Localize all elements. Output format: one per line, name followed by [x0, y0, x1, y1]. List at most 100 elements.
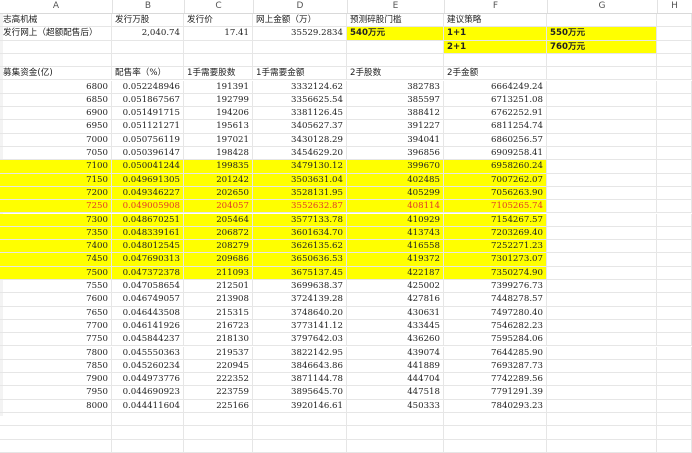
cell-d[interactable]: 3332124.62 [253, 80, 347, 94]
cell-b[interactable]: 配售率（%） [112, 67, 184, 81]
cell-c[interactable]: 215315 [184, 306, 253, 320]
cell-e[interactable]: 405299 [347, 186, 444, 201]
cell-f[interactable]: 7056263.90 [444, 186, 547, 201]
cell-h[interactable] [657, 173, 692, 187]
cell-h[interactable] [657, 253, 692, 267]
cell-e[interactable]: 2手股数 [347, 67, 444, 81]
cell-f[interactable]: 7840293.23 [444, 399, 547, 413]
cell-e[interactable]: 413743 [347, 226, 444, 241]
cell-b[interactable]: 0.046749057 [112, 293, 184, 307]
cell-d[interactable]: 3528131.95 [253, 186, 347, 201]
cell-h[interactable] [657, 226, 692, 241]
cell-a[interactable]: 7500 [0, 266, 112, 280]
cell-a[interactable]: 7800 [0, 346, 112, 360]
cell-d[interactable]: 3601634.70 [253, 226, 347, 241]
cell-b[interactable]: 0.045844237 [112, 333, 184, 347]
cell-d[interactable]: 3577133.78 [253, 213, 347, 227]
cell-a[interactable]: 志高机械 [0, 14, 112, 28]
cell-g[interactable] [547, 80, 657, 94]
cell-h[interactable] [657, 80, 692, 94]
cell-g[interactable] [547, 333, 657, 347]
cell-d[interactable] [253, 439, 347, 453]
cell-f[interactable]: 7252271.23 [444, 240, 547, 254]
cell-c[interactable] [184, 426, 253, 440]
cell-b[interactable]: 0.049005908 [112, 200, 184, 214]
cell-g[interactable] [547, 226, 657, 241]
cell-e[interactable]: 439074 [347, 346, 444, 360]
cell-e[interactable]: 预测碎股门槛 [347, 14, 444, 28]
cell-a[interactable]: 7850 [0, 359, 112, 374]
cell-a[interactable]: 7900 [0, 373, 112, 387]
cell-h[interactable] [657, 413, 692, 427]
cell-d[interactable]: 3675137.45 [253, 266, 347, 280]
cell-h[interactable] [657, 14, 692, 28]
cell-d[interactable] [253, 53, 347, 68]
cell-e[interactable] [347, 426, 444, 440]
cell-e[interactable]: 422187 [347, 266, 444, 280]
cell-d[interactable]: 网上金额（万） [253, 14, 347, 28]
cell-f[interactable]: 6811254.74 [444, 120, 547, 134]
cell-b[interactable]: 0.050756119 [112, 133, 184, 147]
cell-b[interactable] [112, 439, 184, 453]
cell-c[interactable]: 209686 [184, 253, 253, 267]
cell-h[interactable] [657, 319, 692, 334]
cell-b[interactable] [112, 413, 184, 427]
cell-c[interactable]: 216723 [184, 319, 253, 334]
cell-b[interactable]: 2,040.74 [112, 27, 184, 41]
cell-e[interactable]: 394041 [347, 133, 444, 147]
cell-g[interactable] [547, 280, 657, 294]
cell-c[interactable]: 213908 [184, 293, 253, 307]
cell-d[interactable]: 3503631.04 [253, 173, 347, 187]
cell-e[interactable] [347, 40, 444, 54]
cell-d[interactable]: 3773141.12 [253, 319, 347, 334]
cell-e[interactable]: 441889 [347, 359, 444, 374]
cell-d[interactable]: 3552632.87 [253, 200, 347, 214]
cell-e[interactable]: 391227 [347, 120, 444, 134]
cell-h[interactable] [657, 293, 692, 307]
cell-h[interactable] [657, 160, 692, 174]
cell-b[interactable]: 0.050396147 [112, 147, 184, 161]
cell-f[interactable]: 7105265.74 [444, 200, 547, 214]
cell-g[interactable] [547, 413, 657, 427]
cell-h[interactable] [657, 200, 692, 214]
cell-a[interactable]: 7200 [0, 186, 112, 201]
cell-h[interactable] [657, 359, 692, 374]
cell-b[interactable]: 0.049691305 [112, 173, 184, 187]
cell-g[interactable] [547, 426, 657, 440]
cell-h[interactable] [657, 107, 692, 121]
cell-d[interactable]: 3454629.20 [253, 147, 347, 161]
cell-a[interactable] [0, 426, 112, 440]
cell-h[interactable] [657, 53, 692, 68]
cell-e[interactable]: 450333 [347, 399, 444, 413]
cell-c[interactable]: 1手需要股数 [184, 67, 253, 81]
cell-f[interactable]: 7399276.73 [444, 280, 547, 294]
cell-e[interactable] [347, 439, 444, 453]
cell-f[interactable] [444, 439, 547, 453]
cell-g[interactable] [547, 373, 657, 387]
cell-c[interactable]: 197021 [184, 133, 253, 147]
cell-f[interactable]: 6909258.41 [444, 147, 547, 161]
cell-b[interactable]: 0.048012545 [112, 240, 184, 254]
cell-d[interactable]: 3699638.37 [253, 280, 347, 294]
cell-c[interactable]: 205464 [184, 213, 253, 227]
cell-d[interactable]: 3650636.53 [253, 253, 347, 267]
cell-b[interactable]: 0.044690923 [112, 386, 184, 400]
cell-f[interactable]: 2手金额 [444, 67, 547, 81]
cell-h[interactable] [657, 346, 692, 360]
cell-b[interactable]: 0.045260234 [112, 359, 184, 374]
cell-e[interactable] [347, 413, 444, 427]
cell-f[interactable]: 7595284.06 [444, 333, 547, 347]
cell-a[interactable]: 7000 [0, 133, 112, 147]
cell-g[interactable] [547, 306, 657, 320]
cell-d[interactable]: 3724139.28 [253, 293, 347, 307]
cell-c[interactable]: 223759 [184, 386, 253, 400]
cell-a[interactable]: 7100 [0, 160, 112, 174]
column-header-g[interactable]: G [547, 0, 658, 13]
cell-d[interactable]: 3846643.86 [253, 359, 347, 374]
cell-e[interactable]: 382783 [347, 80, 444, 94]
cell-e[interactable]: 433445 [347, 319, 444, 334]
cell-d[interactable]: 3479130.12 [253, 160, 347, 174]
cell-b[interactable]: 0.048670251 [112, 213, 184, 227]
cell-b[interactable]: 0.047690313 [112, 253, 184, 267]
cell-g[interactable] [547, 293, 657, 307]
